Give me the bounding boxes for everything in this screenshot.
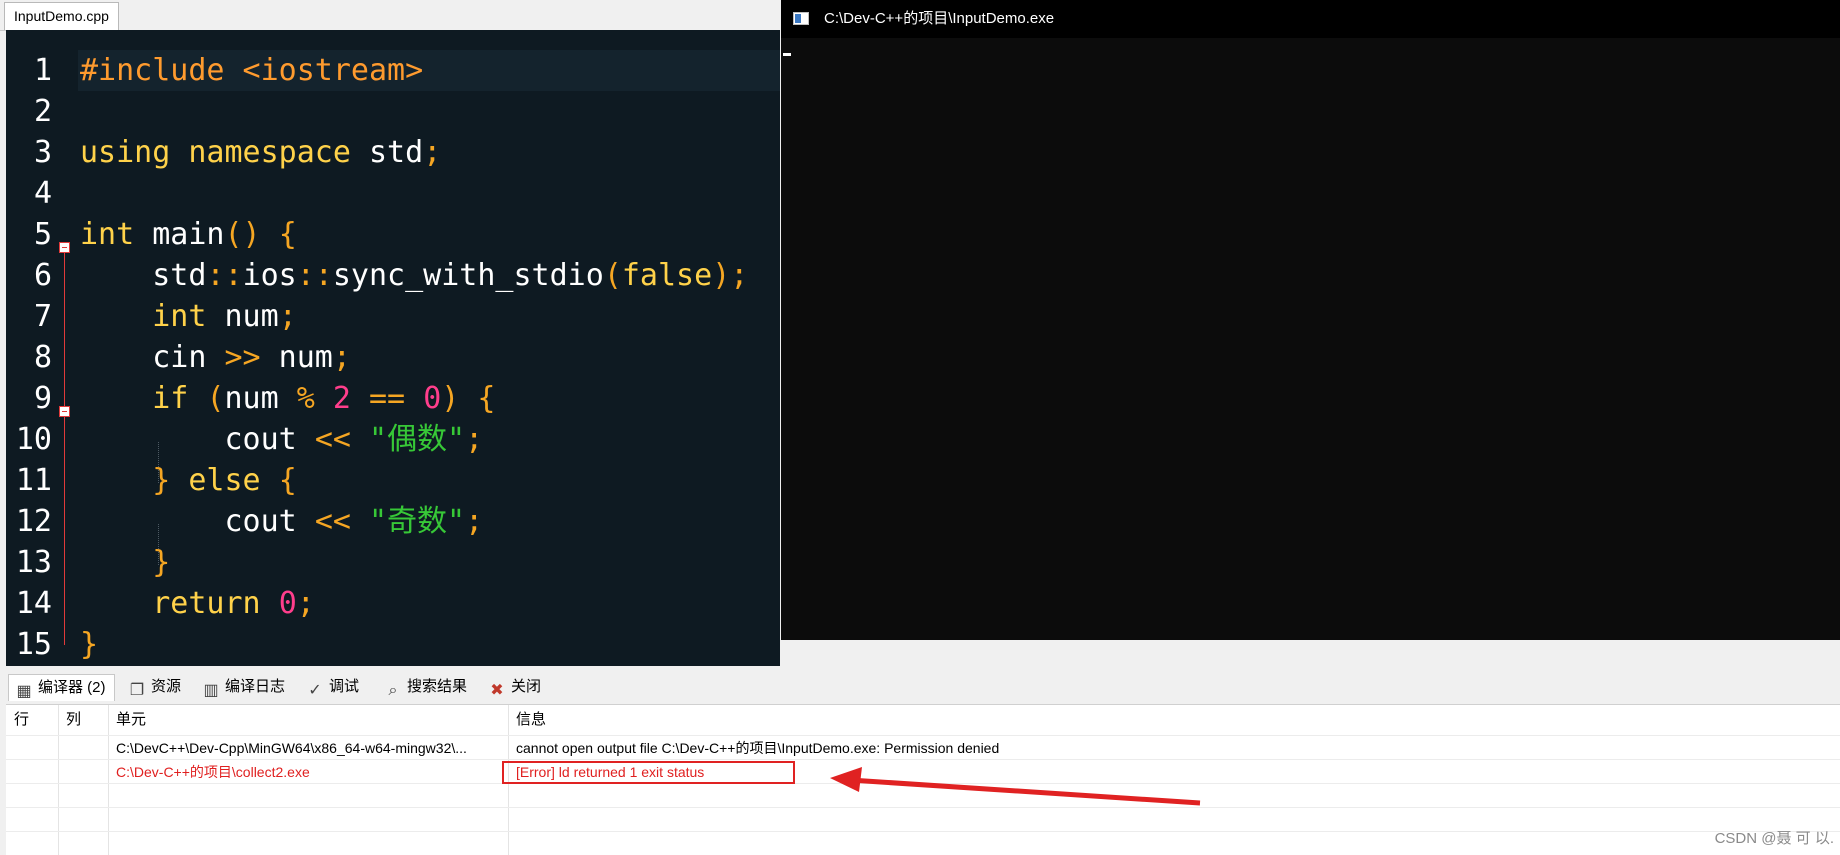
tab-label: 调试 [329,678,360,695]
row-divider [6,831,1840,832]
resources-icon: ❐ [129,682,145,699]
line-number: 9 [33,381,52,416]
line-number: 7 [33,299,52,334]
tab-label: 编译日志 [225,678,286,695]
line-number: 11 [15,463,52,498]
code-line-9: if (num % 2 == 0) { [152,381,496,416]
row-divider [6,783,1840,784]
message-unit[interactable]: C:\DevC++\Dev-Cpp\MinGW64\x86_64-w64-min… [116,737,467,759]
code-line-14: return 0; [152,586,315,621]
line-number: 14 [15,586,52,621]
search-icon: ⌕ [388,682,398,699]
column-header-info[interactable]: 信息 [516,705,546,735]
column-header-row[interactable]: 行 [14,705,29,735]
message-unit[interactable]: C:\Dev-C++的项目\collect2.exe [116,761,310,783]
line-number: 15 [15,627,52,662]
close-icon: ✖ [490,682,504,699]
grid-icon: ▦ [16,683,32,700]
check-icon: ✓ [308,682,322,699]
editor-tab-bar: InputDemo.cpp [0,0,780,31]
console-title-bar[interactable]: C:\Dev-C++的项目\InputDemo.exe [781,0,1840,38]
code-line-5: int main() { [80,217,297,252]
tab-label: 资源 [151,678,182,695]
line-number: 13 [15,545,52,580]
code-line-8: cin >> num; [80,340,351,375]
fold-collapse-icon[interactable] [59,406,70,417]
row-divider [6,807,1840,808]
tab-debug[interactable]: ✓ 调试 [300,674,359,700]
row-divider [6,735,1840,736]
line-number: 1 [33,53,52,88]
column-header-unit[interactable]: 单元 [116,705,146,735]
tab-resources[interactable]: ❐ 资源 [122,674,181,700]
message-info[interactable]: cannot open output file C:\Dev-C++的项目\In… [516,737,999,759]
code-line-13: } [152,545,171,580]
line-number-gutter: 1 2 3 4 5 6 7 8 9 10 11 12 13 14 15 [6,30,78,666]
line-number: 10 [15,422,52,457]
console-window[interactable]: C:\Dev-C++的项目\InputDemo.exe [781,0,1840,640]
console-title: C:\Dev-C++的项目\InputDemo.exe [824,10,1055,27]
file-tab-inputdemo[interactable]: InputDemo.cpp [4,2,119,30]
tab-label: 编译器 (2) [38,679,106,696]
line-number: 2 [33,94,52,129]
fold-collapse-icon[interactable] [59,242,70,253]
code-line-15: } [80,627,99,662]
code-line-12: cout << "奇数"; [80,504,484,539]
fold-guide-line [64,253,65,645]
code-line-6: std::ios::sync_with_stdio(false); [80,258,749,293]
tab-label: 搜索结果 [407,678,468,695]
console-app-icon [793,12,809,25]
tab-compile-log[interactable]: ▥ 编译日志 [196,674,285,700]
column-header-col[interactable]: 列 [66,705,81,735]
column-divider [108,705,109,855]
bar-chart-icon: ▥ [203,682,219,699]
code-line-11: } else { [152,463,297,498]
line-number: 5 [33,217,52,252]
row-divider [6,759,1840,760]
column-divider [58,705,59,855]
error-highlight-box [502,761,795,784]
line-number: 8 [33,340,52,375]
tab-search-results[interactable]: ⌕ 搜索结果 [378,674,468,700]
compiler-messages-table: 行 列 单元 信息 C:\DevC++\Dev-Cpp\MinGW64\x86_… [6,704,1840,855]
code-line-3: using namespace std; [80,135,442,170]
code-line-7: int num; [152,299,297,334]
code-line-1: #include <iostream> [80,53,424,88]
tab-label: 关闭 [511,678,542,695]
bottom-panel: ▦ 编译器 (2) ❐ 资源 ▥ 编译日志 ✓ 调试 ⌕ 搜索结果 ✖ 关闭 行 列 单元 … [0,666,1840,855]
console-cursor [783,53,791,56]
watermark: CSDN @聂 可 以. [1714,830,1834,847]
code-editor[interactable]: 1 2 3 4 5 6 7 8 9 10 11 12 13 14 15 #inc… [6,30,780,666]
line-number: 6 [33,258,52,293]
tab-close[interactable]: ✖ 关闭 [482,674,541,700]
line-number: 3 [33,135,52,170]
line-number: 4 [33,176,52,211]
tab-compiler[interactable]: ▦ 编译器 (2) [8,674,115,701]
line-number: 12 [15,504,52,539]
code-line-10: cout << "偶数"; [80,422,484,457]
